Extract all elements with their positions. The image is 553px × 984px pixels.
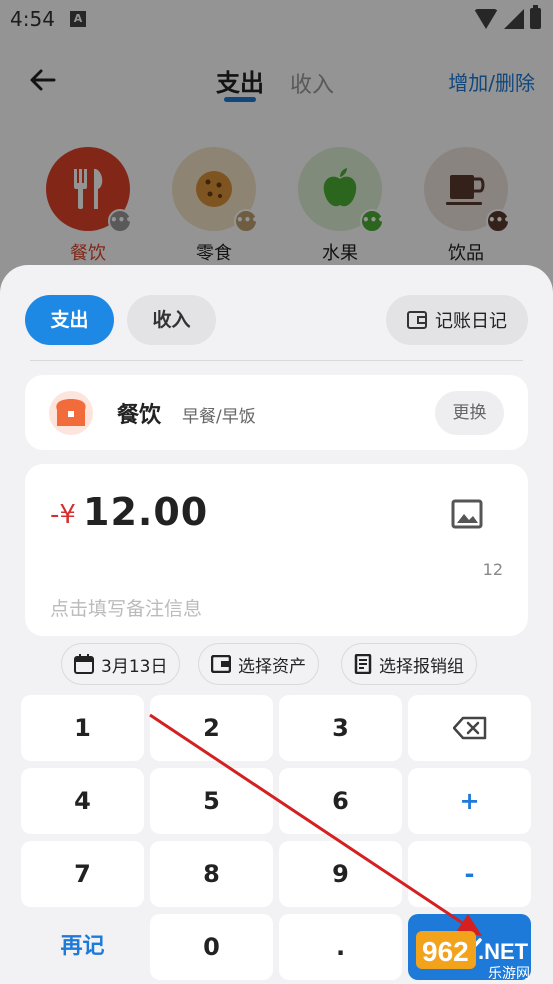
key-4[interactable]: 4: [21, 768, 144, 834]
key-3[interactable]: 3: [279, 695, 402, 761]
entry-bottom-sheet: 支出 收入 记账日记 餐饮 早餐/早饭 更换 -¥ 12.00 12 点击填写备…: [0, 265, 553, 984]
image-icon[interactable]: [451, 499, 483, 529]
date-chip-label: 3月13日: [101, 656, 168, 677]
amount-card: -¥ 12.00 12 点击填写备注信息: [25, 464, 528, 636]
selected-category-card[interactable]: 餐饮 早餐/早饭 更换: [25, 375, 528, 450]
date-chip[interactable]: 3月13日: [61, 643, 181, 685]
watermark-number: 962: [422, 936, 469, 967]
key-1[interactable]: 1: [21, 695, 144, 761]
minus-key[interactable]: -: [408, 841, 531, 907]
segment-expense-button[interactable]: 支出: [25, 295, 114, 345]
reimburse-chip[interactable]: 选择报销组: [341, 643, 477, 685]
amount-sign: -¥: [50, 500, 76, 530]
key-9[interactable]: 9: [279, 841, 402, 907]
category-subname: 早餐/早饭: [182, 407, 256, 427]
recall-button[interactable]: 再记: [21, 914, 144, 980]
key-8[interactable]: 8: [150, 841, 273, 907]
divider: [30, 360, 523, 361]
asset-chip-label: 选择资产: [238, 656, 306, 677]
amount-value: 12.00: [83, 490, 209, 534]
segment-income-button[interactable]: 收入: [127, 295, 216, 345]
watermark-site: 乐游网: [488, 966, 530, 980]
plus-key[interactable]: +: [408, 768, 531, 834]
key-5[interactable]: 5: [150, 768, 273, 834]
backspace-key[interactable]: [408, 695, 531, 761]
note-input[interactable]: 点击填写备注信息: [50, 594, 202, 621]
key-2[interactable]: 2: [150, 695, 273, 761]
backspace-icon: [452, 716, 486, 740]
wallet-icon: [211, 655, 231, 673]
reimburse-chip-label: 选择报销组: [379, 656, 464, 677]
receipt-icon: [354, 654, 372, 674]
diary-button[interactable]: 记账日记: [386, 295, 528, 345]
option-chips: 3月13日 选择资产 选择报销组: [0, 643, 553, 685]
key-6[interactable]: 6: [279, 768, 402, 834]
watermark-logo: 962 .NET 乐游网: [416, 925, 546, 982]
category-name: 餐饮: [117, 403, 162, 428]
asset-chip[interactable]: 选择资产: [198, 643, 319, 685]
key-0[interactable]: 0: [150, 914, 273, 980]
key-dot[interactable]: .: [279, 914, 402, 980]
calendar-icon: [74, 654, 94, 674]
diary-button-label: 记账日记: [435, 311, 507, 332]
char-count: 12: [482, 560, 503, 579]
key-7[interactable]: 7: [21, 841, 144, 907]
wallet-icon: [407, 311, 427, 329]
change-category-button[interactable]: 更换: [435, 391, 504, 435]
watermark-domain: .NET: [478, 939, 529, 964]
bread-icon: [49, 391, 93, 435]
